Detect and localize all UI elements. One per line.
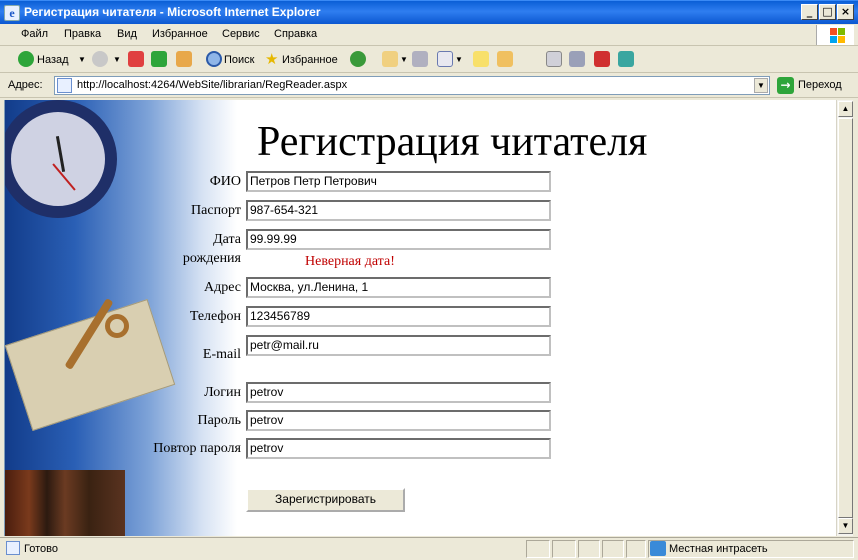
label-fio: ФИО: [209, 174, 241, 189]
edit-icon[interactable]: [437, 51, 453, 67]
label-password: Пароль: [197, 413, 241, 428]
scroll-down-icon[interactable]: ▼: [838, 518, 853, 534]
menu-view[interactable]: Вид: [117, 28, 137, 40]
status-panel: [602, 540, 624, 558]
address-label: Адрес:: [8, 79, 43, 91]
edit-dropdown-icon[interactable]: ▼: [455, 51, 463, 69]
zone-text: Местная интрасеть: [669, 543, 768, 555]
page-viewport: Регистрация читателя ФИО Петров Петр Пет…: [4, 100, 836, 536]
password-repeat-input[interactable]: petrov: [246, 438, 551, 459]
antibanner-icon[interactable]: [594, 51, 610, 67]
birth-date-input[interactable]: 99.99.99: [246, 229, 551, 250]
toolbar: Назад ▼ ▼ Поиск ★ Избранное ▼ ▼: [0, 47, 858, 73]
label-birth-date: Дата: [213, 232, 241, 247]
address-dropdown-icon[interactable]: ▼: [754, 78, 768, 93]
vertical-scrollbar[interactable]: ▲ ▼: [836, 100, 853, 536]
label-login: Логин: [204, 385, 241, 400]
favorites-button[interactable]: Избранное: [282, 51, 338, 69]
mail-icon[interactable]: [382, 51, 398, 67]
address-bar: Адрес: http://localhost:4264/WebSite/lib…: [0, 74, 858, 98]
go-button[interactable]: Переход: [798, 79, 842, 91]
windows-logo-icon: [816, 25, 854, 45]
login-input[interactable]: petrov: [246, 382, 551, 403]
status-bar: Готово Местная интрасеть: [0, 537, 858, 560]
close-button[interactable]: ×: [837, 4, 854, 20]
status-text: Готово: [24, 543, 58, 555]
forward-dropdown-icon[interactable]: ▼: [113, 51, 121, 69]
stop-icon[interactable]: [128, 51, 144, 67]
menu-file[interactable]: Файл: [21, 28, 48, 40]
label-address: Адрес: [203, 280, 241, 295]
menu-bar: Файл Правка Вид Избранное Сервис Справка: [0, 24, 858, 46]
label-email: E-mail: [202, 347, 241, 362]
media-icon[interactable]: [350, 51, 366, 67]
kaspersky-icon[interactable]: [546, 51, 562, 67]
menu-help[interactable]: Справка: [274, 28, 317, 40]
favorites-star-icon[interactable]: ★: [265, 51, 278, 69]
menu-tools[interactable]: Сервис: [222, 28, 260, 40]
menu-edit[interactable]: Правка: [64, 28, 101, 40]
register-button[interactable]: Зарегистрировать: [246, 488, 405, 512]
status-panel: [578, 540, 600, 558]
status-panel: [626, 540, 646, 558]
label-passport: Паспорт: [191, 203, 241, 218]
back-button[interactable]: Назад: [37, 51, 69, 69]
fio-input[interactable]: Петров Петр Петрович: [246, 171, 551, 192]
books-image: [5, 470, 125, 536]
clock-image: [5, 100, 117, 218]
refresh-icon[interactable]: [151, 51, 167, 67]
discuss-icon[interactable]: [473, 51, 489, 67]
back-arrow-icon[interactable]: [18, 51, 34, 67]
label-phone: Телефон: [189, 309, 241, 324]
window-title: Регистрация читателя - Microsoft Interne…: [24, 5, 321, 19]
search-button[interactable]: Поиск: [224, 51, 254, 69]
status-panel: [552, 540, 576, 558]
go-arrow-icon[interactable]: →: [777, 77, 794, 94]
maximize-button[interactable]: □: [819, 4, 836, 20]
page-status-icon: [6, 541, 20, 555]
toolbar-extra-icon[interactable]: [569, 51, 585, 67]
passport-input[interactable]: 987-654-321: [246, 200, 551, 221]
address-input[interactable]: http://localhost:4264/WebSite/librarian/…: [54, 76, 770, 95]
page-icon: [57, 78, 72, 93]
ie-icon: e: [4, 5, 20, 21]
email-input[interactable]: petr@mail.ru: [246, 335, 551, 356]
intranet-zone-icon: [650, 541, 666, 556]
label-birth-date-2: рождения: [182, 251, 241, 266]
address-field[interactable]: Москва, ул.Ленина, 1: [246, 277, 551, 298]
status-panel: [526, 540, 550, 558]
password-input[interactable]: petrov: [246, 410, 551, 431]
scroll-up-icon[interactable]: ▲: [838, 101, 853, 117]
home-icon[interactable]: [176, 51, 192, 67]
page-title: Регистрация читателя: [257, 119, 648, 165]
mail-dropdown-icon[interactable]: ▼: [400, 51, 408, 69]
print-icon[interactable]: [412, 51, 428, 67]
scroll-thumb[interactable]: [838, 118, 853, 518]
forward-arrow-icon[interactable]: [92, 51, 108, 67]
menu-favorites[interactable]: Избранное: [152, 28, 208, 40]
date-error-message: Неверная дата!: [305, 254, 395, 269]
research-icon[interactable]: [497, 51, 513, 67]
address-url[interactable]: http://localhost:4264/WebSite/librarian/…: [77, 79, 347, 91]
title-bar: e Регистрация читателя - Microsoft Inter…: [0, 0, 858, 24]
minimize-button[interactable]: _: [801, 4, 818, 20]
back-dropdown-icon[interactable]: ▼: [78, 51, 86, 69]
messenger-icon[interactable]: [618, 51, 634, 67]
search-icon[interactable]: [206, 51, 222, 67]
phone-input[interactable]: 123456789: [246, 306, 551, 327]
label-password-repeat: Повтор пароля: [153, 441, 241, 456]
